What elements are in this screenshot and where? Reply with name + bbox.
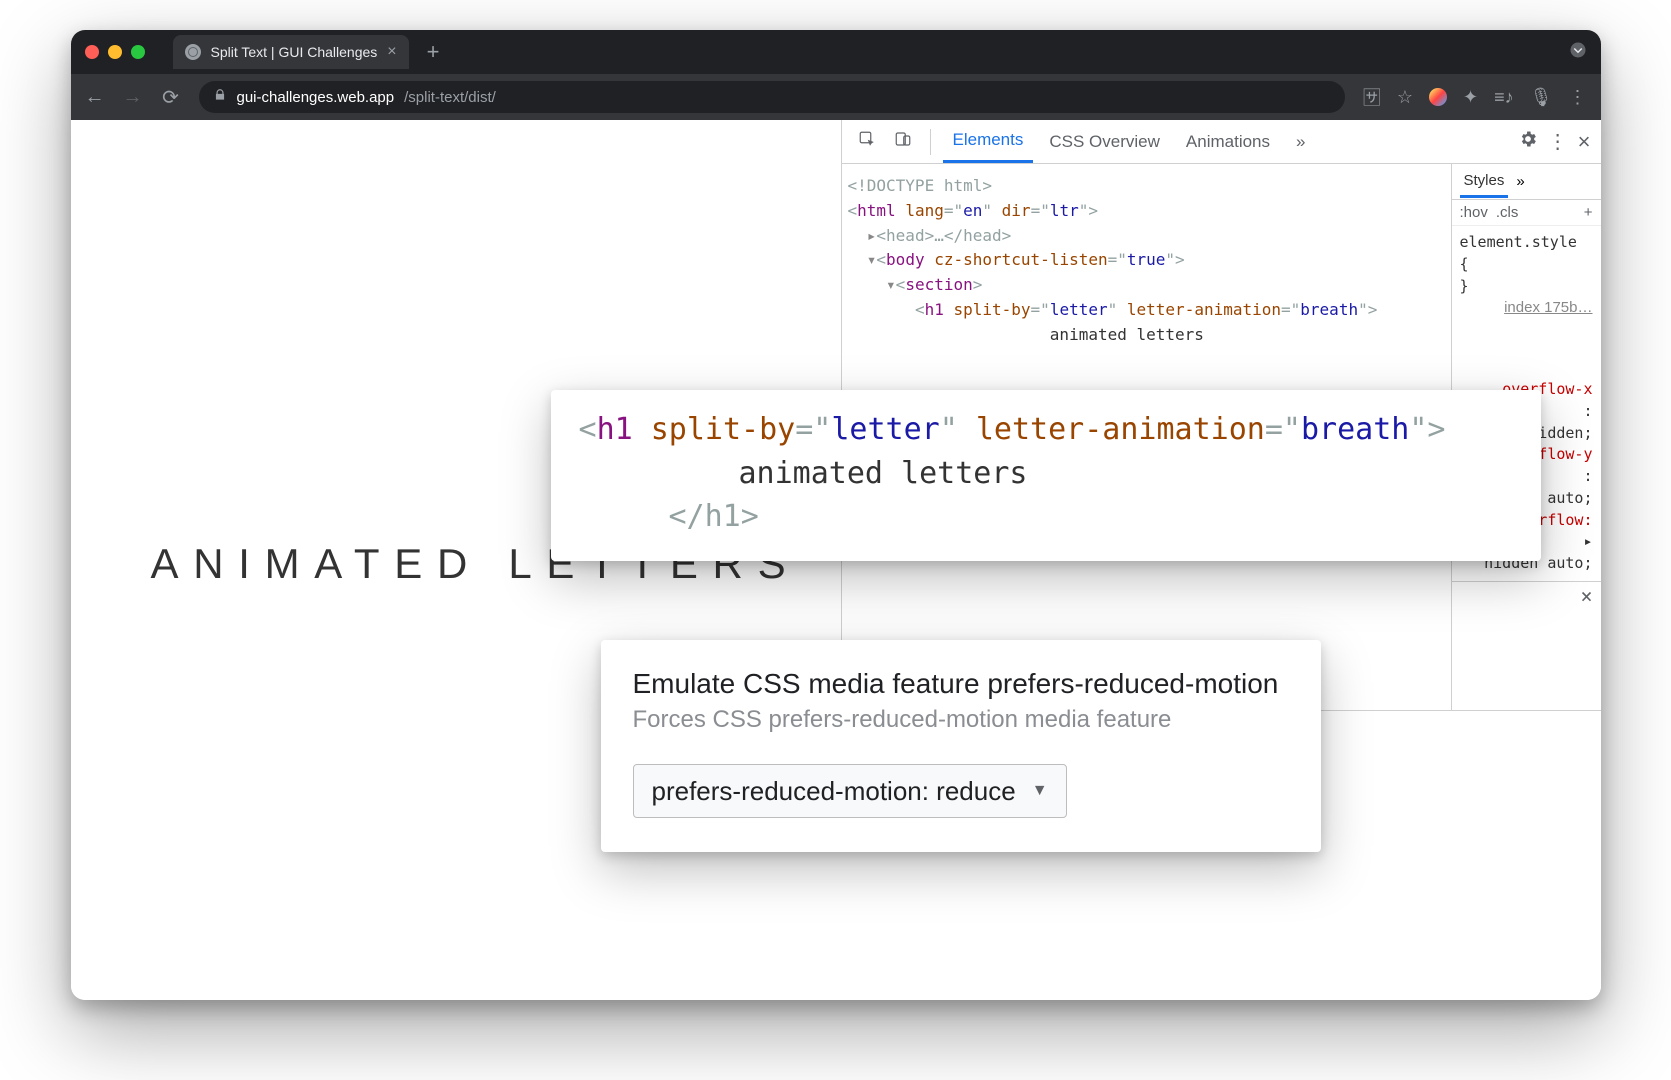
tab-strip: Split Text | GUI Challenges × +	[71, 30, 1601, 74]
callout-code-snippet: <h1 split-by="letter" letter-animation="…	[551, 390, 1541, 561]
element-style-label: element.style {	[1460, 233, 1577, 273]
browser-tab[interactable]: Split Text | GUI Challenges ×	[173, 35, 409, 69]
source-file-link[interactable]: index 175b…	[1504, 299, 1592, 316]
reload-button[interactable]: ⟳	[161, 85, 181, 110]
inspect-icon[interactable]	[852, 126, 882, 157]
drawer-close-icon[interactable]: ×	[1580, 584, 1592, 608]
styles-overflow-icon[interactable]: »	[1516, 173, 1524, 190]
dom-attr: cz-shortcut-listen	[934, 250, 1107, 269]
css-val: auto;	[1547, 489, 1592, 507]
device-toggle-icon[interactable]	[888, 126, 918, 157]
close-devtools-icon[interactable]: ×	[1578, 129, 1591, 155]
lock-icon	[213, 88, 227, 106]
tab-animations[interactable]: Animations	[1176, 122, 1280, 162]
dom-attr: lang	[905, 201, 944, 220]
brace-close: }	[1460, 277, 1469, 295]
callout-select-value: prefers-reduced-motion: reduce	[652, 776, 1016, 807]
callout-text: animated letters	[739, 456, 1028, 491]
hov-toggle[interactable]: :hov	[1460, 204, 1488, 221]
url-host: gui-challenges.web.app	[237, 89, 395, 106]
dom-attr: letter-animation	[1127, 300, 1281, 319]
url-path: /split-text/dist/	[404, 89, 496, 106]
devtools-tabs: Elements CSS Overview Animations » ⋮ ×	[842, 120, 1601, 164]
translate-icon[interactable]: 🈂︎	[1363, 84, 1381, 110]
callout-tag: h1	[597, 412, 633, 447]
callout-attr-val: breath	[1301, 412, 1409, 447]
dom-attr-val: true	[1127, 250, 1166, 269]
dom-attr-val: en	[963, 201, 982, 220]
callout-rendering-subtitle: Forces CSS prefers-reduced-motion media …	[633, 706, 1289, 734]
extension-icons: 🈂︎ ☆ ✦ ≡♪ 🎙︎ ⋮	[1363, 84, 1587, 110]
tab-title: Split Text | GUI Challenges	[211, 44, 378, 60]
callout-attr: split-by	[651, 412, 796, 447]
dom-h1-tag[interactable]: h1	[925, 300, 944, 319]
close-window-icon[interactable]	[85, 45, 99, 59]
css-colon: :	[1583, 467, 1592, 485]
menu-icon[interactable]: ⋮	[1569, 87, 1587, 108]
window-controls	[85, 45, 145, 59]
callout-attr: letter-animation	[976, 412, 1265, 447]
dom-attr-val: breath	[1300, 300, 1358, 319]
chevron-down-icon: ▼	[1032, 782, 1048, 800]
puzzle-icon[interactable]: ✦	[1463, 87, 1478, 108]
dom-head[interactable]: <head>…</head>	[876, 226, 1011, 245]
kebab-icon[interactable]: ⋮	[1548, 129, 1568, 154]
dom-body-tag[interactable]: body	[886, 250, 925, 269]
callout-rendering: Emulate CSS media feature prefers-reduce…	[601, 640, 1321, 852]
dom-html-tag: html	[857, 201, 896, 220]
back-button[interactable]: ←	[85, 86, 105, 109]
callout-prefers-reduced-motion-select[interactable]: prefers-reduced-motion: reduce ▼	[633, 764, 1067, 818]
browser-window: Split Text | GUI Challenges × + ← → ⟳ gu…	[71, 30, 1601, 1000]
cls-toggle[interactable]: .cls	[1496, 204, 1519, 221]
mic-icon[interactable]: 🎙︎	[1530, 87, 1553, 108]
css-colon: :	[1583, 402, 1592, 420]
globe-icon	[185, 44, 201, 60]
dom-doctype: <!DOCTYPE html>	[848, 176, 993, 195]
dom-attr: split-by	[953, 300, 1030, 319]
dom-section-tag[interactable]: section	[905, 275, 972, 294]
callout-close-tag: </h1>	[669, 499, 759, 534]
settings-icon[interactable]	[1518, 129, 1538, 154]
minimize-window-icon[interactable]	[108, 45, 122, 59]
maximize-window-icon[interactable]	[131, 45, 145, 59]
styles-tab[interactable]: Styles	[1460, 166, 1509, 198]
equalizer-icon[interactable]: ≡♪	[1494, 87, 1514, 108]
close-tab-icon[interactable]: ×	[387, 43, 396, 61]
dom-attr-val: letter	[1050, 300, 1108, 319]
forward-button[interactable]: →	[123, 86, 143, 109]
toolbar: ← → ⟳ gui-challenges.web.app/split-text/…	[71, 74, 1601, 120]
new-tab-button[interactable]: +	[419, 39, 448, 65]
dom-h1-text: animated letters	[1050, 325, 1204, 344]
callout-attr-val: letter	[831, 412, 939, 447]
tabs-overflow-icon[interactable]: »	[1286, 122, 1315, 162]
star-icon[interactable]: ☆	[1397, 87, 1413, 108]
dom-attr: dir	[1002, 201, 1031, 220]
account-chevron-icon[interactable]	[1569, 41, 1587, 64]
tab-elements[interactable]: Elements	[943, 120, 1034, 163]
separator	[930, 129, 931, 155]
callout-rendering-title: Emulate CSS media feature prefers-reduce…	[633, 668, 1289, 700]
new-style-rule-button[interactable]: +	[1584, 204, 1593, 221]
tab-css-overview[interactable]: CSS Overview	[1039, 122, 1170, 162]
dom-attr-val: ltr	[1050, 201, 1079, 220]
url-input[interactable]: gui-challenges.web.app/split-text/dist/	[199, 81, 1345, 113]
apps-icon[interactable]	[1429, 88, 1447, 106]
